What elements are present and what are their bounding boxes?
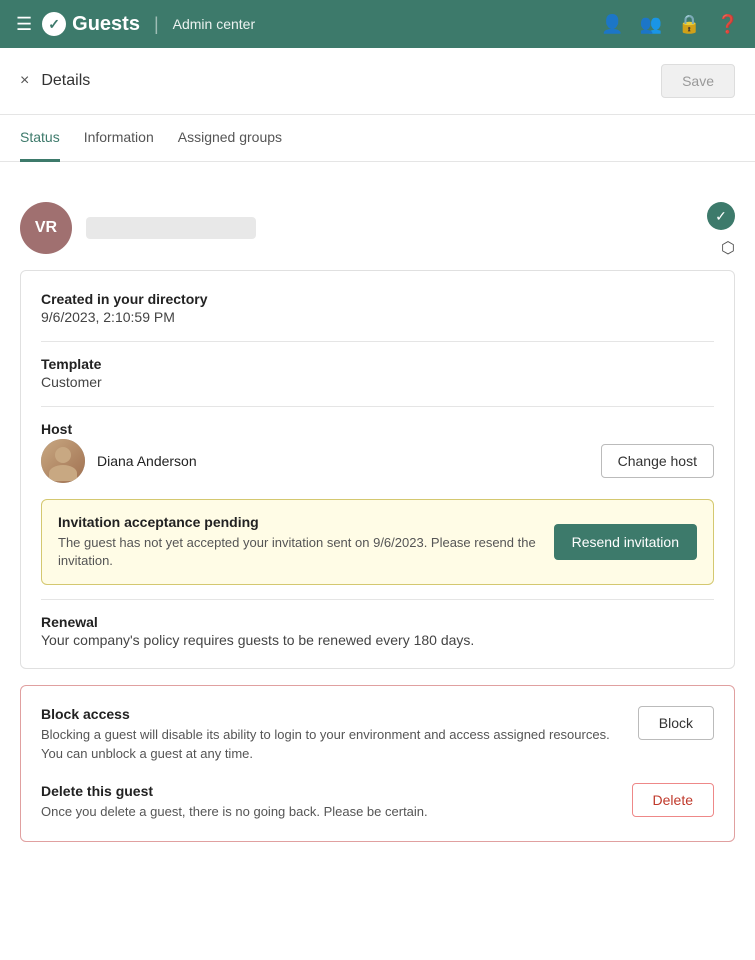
logo-checkmark [42, 12, 66, 36]
delete-desc: Once you delete a guest, there is no goi… [41, 803, 616, 821]
profile-section: ✓ ⬡ VR [20, 202, 735, 254]
tab-information[interactable]: Information [84, 115, 154, 162]
block-button[interactable]: Block [638, 706, 714, 740]
divider-1 [41, 341, 714, 342]
host-name: Diana Anderson [97, 453, 197, 469]
host-left: Diana Anderson [41, 439, 197, 483]
verified-icon: ✓ [707, 202, 735, 230]
hamburger-menu[interactable]: ☰ [16, 14, 32, 35]
avatar: VR [20, 202, 72, 254]
name-placeholder [86, 217, 256, 239]
tab-status[interactable]: Status [20, 115, 60, 162]
app-logo: Guests [42, 12, 140, 36]
people-icon[interactable]: 👤 [601, 14, 623, 35]
host-avatar [41, 439, 85, 483]
invitation-title: Invitation acceptance pending [58, 514, 538, 530]
host-info-row: Diana Anderson Change host [41, 439, 714, 483]
divider-3 [41, 599, 714, 600]
created-value: 9/6/2023, 2:10:59 PM [41, 309, 714, 325]
delete-guest-row: Delete this guest Once you delete a gues… [41, 783, 714, 821]
external-link-icon[interactable]: ⬡ [721, 238, 735, 258]
tabs-bar: Status Information Assigned groups [0, 115, 755, 162]
top-navigation: ☰ Guests | Admin center 👤 👥 🔒 ❓ [0, 0, 755, 48]
block-access-row: Block access Blocking a guest will disab… [41, 706, 714, 762]
template-label: Template [41, 356, 714, 372]
renewal-value: Your company's policy requires guests to… [41, 632, 714, 648]
nav-icons: 👤 👥 🔒 ❓ [601, 14, 739, 35]
template-value: Customer [41, 374, 714, 390]
group-icon[interactable]: 👥 [640, 14, 662, 35]
invitation-desc: The guest has not yet accepted your invi… [58, 534, 538, 570]
delete-text: Delete this guest Once you delete a gues… [41, 783, 616, 821]
danger-zone-card: Block access Blocking a guest will disab… [20, 685, 735, 842]
save-button[interactable]: Save [661, 64, 735, 98]
invitation-banner: Invitation acceptance pending The guest … [41, 499, 714, 585]
host-row: Host Diana Anderson Change host [41, 421, 714, 483]
verified-badge: ✓ [707, 202, 735, 230]
close-button[interactable]: × [20, 72, 29, 90]
renewal-row: Renewal Your company's policy requires g… [41, 614, 714, 648]
host-label: Host [41, 421, 714, 437]
block-label: Block access [41, 706, 622, 722]
resend-invitation-button[interactable]: Resend invitation [554, 524, 697, 560]
delete-label: Delete this guest [41, 783, 616, 799]
app-name: Guests [72, 13, 140, 36]
page-title: Details [41, 72, 90, 90]
template-row: Template Customer [41, 356, 714, 390]
info-card: Created in your directory 9/6/2023, 2:10… [20, 270, 735, 669]
nav-section: Admin center [173, 16, 255, 32]
tab-assigned-groups[interactable]: Assigned groups [178, 115, 282, 162]
delete-button[interactable]: Delete [632, 783, 714, 817]
created-label: Created in your directory [41, 291, 714, 307]
divider-2 [41, 406, 714, 407]
change-host-button[interactable]: Change host [601, 444, 714, 478]
renewal-label: Renewal [41, 614, 714, 630]
nav-divider: | [154, 14, 159, 35]
main-content: ✓ ⬡ VR Created in your directory 9/6/202… [0, 162, 755, 959]
help-icon[interactable]: ❓ [717, 14, 739, 35]
invitation-text: Invitation acceptance pending The guest … [58, 514, 538, 570]
block-text: Block access Blocking a guest will disab… [41, 706, 622, 762]
created-row: Created in your directory 9/6/2023, 2:10… [41, 291, 714, 325]
host-avatar-image [41, 439, 85, 483]
header-bar: × Details Save [0, 48, 755, 115]
user-shield-icon[interactable]: 🔒 [678, 14, 700, 35]
block-desc: Blocking a guest will disable its abilit… [41, 726, 622, 762]
